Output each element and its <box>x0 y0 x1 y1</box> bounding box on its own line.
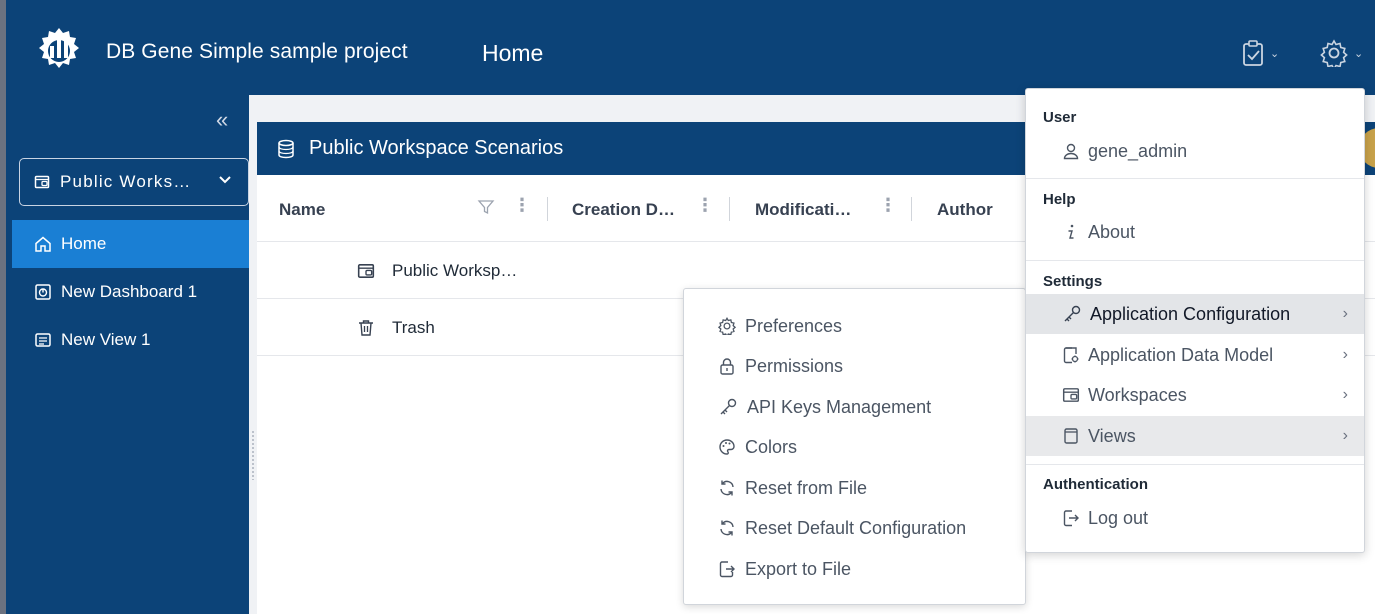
column-divider[interactable] <box>911 197 912 221</box>
tasks-menu-button[interactable]: ⌄ <box>1242 36 1279 70</box>
menu-item-workspaces[interactable]: Workspaces › <box>1026 375 1364 415</box>
menu-item-application-data-model[interactable]: Application Data Model › <box>1026 335 1364 375</box>
settings-menu-button[interactable]: ⌄ <box>1320 36 1363 70</box>
column-divider[interactable] <box>729 197 730 221</box>
application-configuration-submenu: Preferences Permissions API Keys Managem… <box>683 288 1026 605</box>
section-user: User <box>1043 109 1077 126</box>
section-settings: Settings <box>1043 273 1103 290</box>
menu-item-label: Views <box>1088 425 1136 446</box>
sidebar: « Public Works… Home New Dashboard 1 New… <box>0 95 255 614</box>
user-icon <box>1062 142 1080 160</box>
chevron-right-icon: › <box>1342 386 1348 403</box>
column-header-name[interactable]: Name <box>279 200 325 220</box>
section-authentication: Authentication <box>1043 476 1148 493</box>
chevron-down-icon: ⌄ <box>1270 47 1280 60</box>
menu-item-preferences[interactable]: Preferences <box>684 306 1027 346</box>
column-header-modification-date[interactable]: Modificati… <box>755 200 851 220</box>
lock-icon <box>718 357 736 375</box>
refresh-icon <box>718 519 736 537</box>
menu-item-reset-from-file[interactable]: Reset from File <box>684 468 1027 508</box>
palette-icon <box>718 438 736 456</box>
export-icon <box>718 560 736 578</box>
row-name: Public Worksp… <box>392 261 518 280</box>
menu-item-application-configuration[interactable]: Application Configuration › <box>1026 294 1364 334</box>
divider <box>1026 178 1364 179</box>
workspace-icon <box>1062 386 1080 404</box>
column-header-creation-date[interactable]: Creation D… <box>572 200 675 220</box>
views-icon <box>1062 427 1080 445</box>
menu-item-api-keys-management[interactable]: API Keys Management <box>684 387 1027 427</box>
chevron-right-icon: › <box>1342 427 1348 444</box>
sidebar-item-new-view-1[interactable]: New View 1 <box>12 316 255 364</box>
chevron-down-icon: ⌄ <box>1354 47 1364 60</box>
page-title: Home <box>482 40 544 66</box>
top-bar: DB Gene Simple sample project Home ⌄ ⌄ <box>0 0 1375 95</box>
trash-icon <box>357 319 375 337</box>
sidebar-item-home[interactable]: Home <box>12 220 255 268</box>
menu-item-label: Colors <box>745 436 798 457</box>
section-help: Help <box>1043 191 1076 208</box>
menu-item-label: Application Data Model <box>1088 344 1274 365</box>
user-profile-item[interactable]: gene_admin <box>1026 131 1364 171</box>
menu-item-label: Reset Default Configuration <box>745 517 967 538</box>
sidebar-item-label: New Dashboard 1 <box>61 282 198 301</box>
view-icon <box>34 331 52 349</box>
gear-icon <box>718 317 736 335</box>
refresh-icon <box>718 479 736 497</box>
app-logo[interactable] <box>36 26 82 74</box>
menu-item-label: API Keys Management <box>747 396 932 417</box>
workspace-icon <box>34 174 50 190</box>
menu-item-label: Export to File <box>745 558 852 579</box>
dashboard-icon <box>34 283 52 301</box>
splitter-handle[interactable] <box>251 430 255 480</box>
project-title: DB Gene Simple sample project <box>106 40 408 63</box>
column-menu-icon[interactable]: ⋮ <box>696 195 714 216</box>
logout-label: Log out <box>1088 507 1149 528</box>
wrench-icon <box>1062 305 1082 323</box>
menu-item-label: Preferences <box>745 315 843 336</box>
database-icon <box>277 139 295 159</box>
menu-item-export-to-file[interactable]: Export to File <box>684 549 1027 589</box>
column-menu-icon[interactable]: ⋮ <box>879 195 897 216</box>
workspace-select[interactable]: Public Works… <box>19 158 249 206</box>
sidebar-item-label: Home <box>61 234 107 253</box>
about-label: About <box>1088 221 1136 242</box>
menu-item-label: Application Configuration <box>1090 303 1291 324</box>
menu-item-colors[interactable]: Colors <box>684 427 1027 467</box>
data-model-icon <box>1062 346 1080 364</box>
user-name: gene_admin <box>1088 140 1188 161</box>
row-name: Trash <box>392 318 435 337</box>
menu-item-label: Permissions <box>745 355 844 376</box>
menu-item-label: Reset from File <box>745 477 868 498</box>
gear-icon <box>1320 39 1348 67</box>
settings-dropdown: User gene_admin Help About Settings Appl… <box>1025 88 1365 553</box>
column-divider[interactable] <box>547 197 548 221</box>
sidebar-item-new-dashboard-1[interactable]: New Dashboard 1 <box>12 268 255 316</box>
panel-title: Public Workspace Scenarios <box>309 137 564 159</box>
divider <box>1026 464 1364 465</box>
home-icon <box>34 235 52 253</box>
divider <box>1026 260 1364 261</box>
sidebar-item-label: New View 1 <box>61 330 151 349</box>
workspace-select-value: Public Works… <box>60 172 192 191</box>
menu-item-label: Workspaces <box>1088 384 1187 405</box>
chevron-right-icon: › <box>1342 346 1348 363</box>
collapse-sidebar-button[interactable]: « <box>216 107 228 133</box>
menu-item-permissions[interactable]: Permissions <box>684 346 1027 386</box>
chevron-down-icon <box>218 173 232 187</box>
logout-item[interactable]: Log out <box>1026 498 1364 538</box>
key-icon <box>718 398 738 416</box>
clipboard-check-icon <box>1242 39 1264 67</box>
filter-icon[interactable] <box>477 198 495 216</box>
column-header-author[interactable]: Author <box>937 200 993 220</box>
info-icon <box>1062 223 1080 241</box>
about-item[interactable]: About <box>1026 212 1364 252</box>
chevron-right-icon: › <box>1342 305 1348 322</box>
logout-icon <box>1062 509 1080 527</box>
menu-item-views[interactable]: Views › <box>1026 416 1364 456</box>
menu-item-reset-default-configuration[interactable]: Reset Default Configuration <box>684 508 1027 548</box>
workspace-icon <box>357 262 375 280</box>
column-menu-icon[interactable]: ⋮ <box>513 195 531 216</box>
